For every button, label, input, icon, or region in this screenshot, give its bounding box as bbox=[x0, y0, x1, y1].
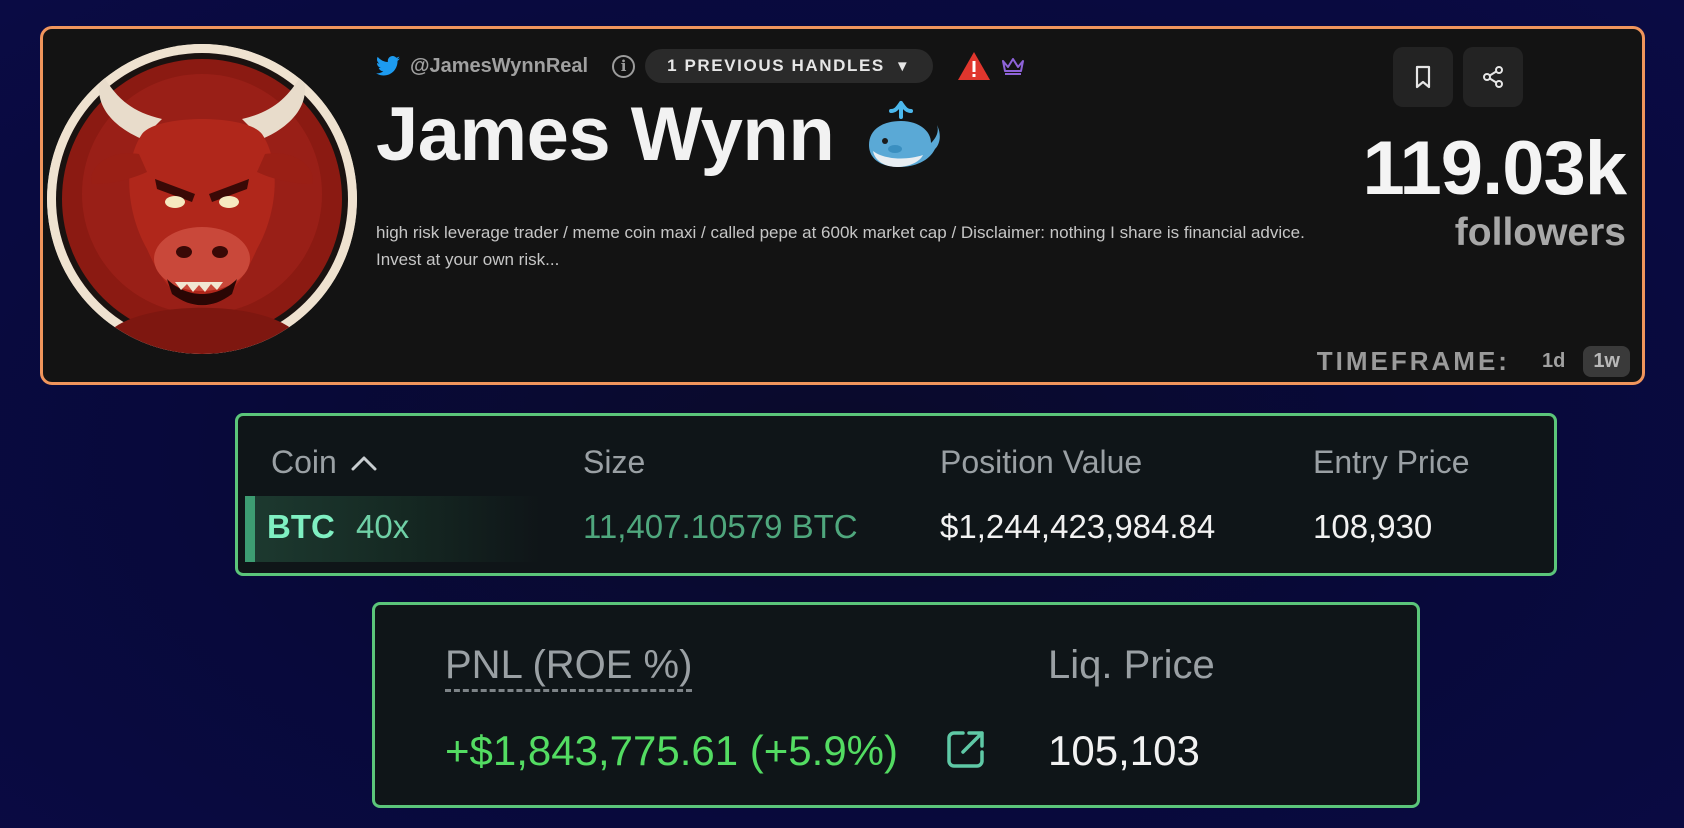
column-header-coin[interactable]: Coin bbox=[271, 444, 377, 481]
position-table: Coin Size Position Value Entry Price BTC… bbox=[235, 413, 1557, 576]
previous-handles-label: 1 PREVIOUS HANDLES bbox=[667, 56, 885, 75]
info-icon[interactable]: i bbox=[612, 54, 636, 78]
bookmark-button[interactable] bbox=[1393, 47, 1453, 107]
twitter-handle[interactable]: @JamesWynnReal bbox=[410, 55, 588, 78]
pnl-label: PNL (ROE %) bbox=[445, 643, 693, 692]
share-button[interactable] bbox=[1463, 47, 1523, 107]
sort-ascending-icon bbox=[351, 456, 377, 470]
coin-symbol[interactable]: BTC bbox=[267, 508, 335, 546]
timeframe-selector: TIMEFRAME: 1d 1w bbox=[1317, 346, 1630, 377]
column-header-position-value[interactable]: Position Value bbox=[940, 444, 1142, 481]
column-header-coin-label: Coin bbox=[271, 444, 337, 480]
followers-count: 119.03k bbox=[1362, 126, 1627, 211]
avatar bbox=[47, 44, 357, 354]
position-value: $1,244,423,984.84 bbox=[940, 508, 1216, 545]
crown-icon[interactable] bbox=[1001, 56, 1025, 76]
bull-avatar-image bbox=[47, 44, 357, 354]
bookmark-icon bbox=[1415, 65, 1431, 89]
external-link-icon[interactable] bbox=[945, 728, 987, 770]
twitter-icon bbox=[376, 56, 400, 76]
followers-label: followers bbox=[1454, 211, 1626, 254]
liquidation-price: 105,103 bbox=[1048, 727, 1200, 774]
timeframe-label: TIMEFRAME: bbox=[1316, 346, 1510, 376]
entry-price: 108,930 bbox=[1313, 508, 1433, 545]
coin-accent-bar bbox=[245, 496, 255, 562]
position-size: 11,407.10579 BTC bbox=[583, 508, 858, 545]
timeframe-option-1w[interactable]: 1w bbox=[1583, 346, 1630, 377]
profile-card: @JamesWynnReal i 1 PREVIOUS HANDLES ▼ Ja… bbox=[40, 26, 1645, 385]
pnl-card: PNL (ROE %) Liq. Price +$1,843,775.61 (+… bbox=[372, 602, 1420, 808]
pnl-header[interactable]: PNL (ROE %) bbox=[445, 643, 693, 692]
timeframe-option-1d[interactable]: 1d bbox=[1532, 346, 1575, 377]
previous-handles-dropdown[interactable]: 1 PREVIOUS HANDLES ▼ bbox=[645, 49, 934, 83]
coin-leverage: 40x bbox=[356, 508, 410, 545]
whale-icon bbox=[869, 101, 940, 167]
column-header-size[interactable]: Size bbox=[583, 444, 645, 481]
profile-bio: high risk leverage trader / meme coin ma… bbox=[376, 223, 1305, 269]
warning-icon[interactable] bbox=[957, 51, 991, 81]
share-icon bbox=[1483, 66, 1503, 88]
pnl-value: +$1,843,775.61 (+5.9%) bbox=[445, 727, 899, 774]
column-header-entry-price[interactable]: Entry Price bbox=[1313, 444, 1469, 481]
display-name: James Wynn bbox=[376, 92, 835, 177]
handle-row: @JamesWynnReal i 1 PREVIOUS HANDLES ▼ bbox=[376, 47, 1025, 85]
caret-down-icon: ▼ bbox=[894, 57, 912, 75]
liq-price-header: Liq. Price bbox=[1048, 643, 1215, 687]
